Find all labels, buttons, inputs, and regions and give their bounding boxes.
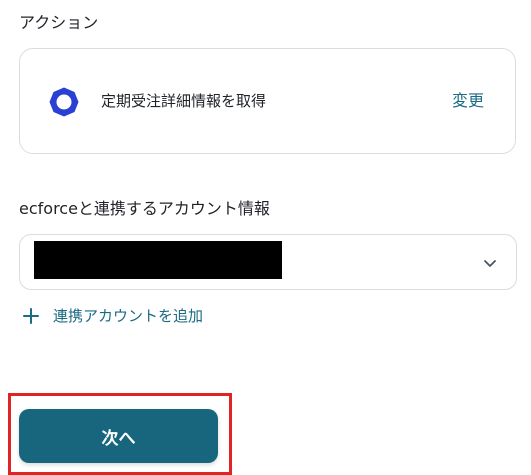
account-select[interactable] — [19, 234, 517, 290]
chevron-down-icon — [482, 255, 498, 271]
redacted-account-value — [34, 241, 282, 279]
action-name: 定期受注詳細情報を取得 — [101, 92, 267, 110]
ecforce-ring-icon — [48, 86, 80, 118]
account-section-label: ecforceと連携するアカウント情報 — [19, 199, 270, 218]
next-button[interactable]: 次へ — [19, 409, 218, 463]
action-card: 定期受注詳細情報を取得 変更 — [19, 48, 516, 154]
add-account-label: 連携アカウントを追加 — [53, 307, 204, 325]
add-account-link[interactable]: 連携アカウントを追加 — [22, 304, 203, 328]
plus-icon — [22, 307, 40, 325]
change-action-link[interactable]: 変更 — [452, 90, 484, 112]
action-section-label: アクション — [19, 13, 99, 32]
